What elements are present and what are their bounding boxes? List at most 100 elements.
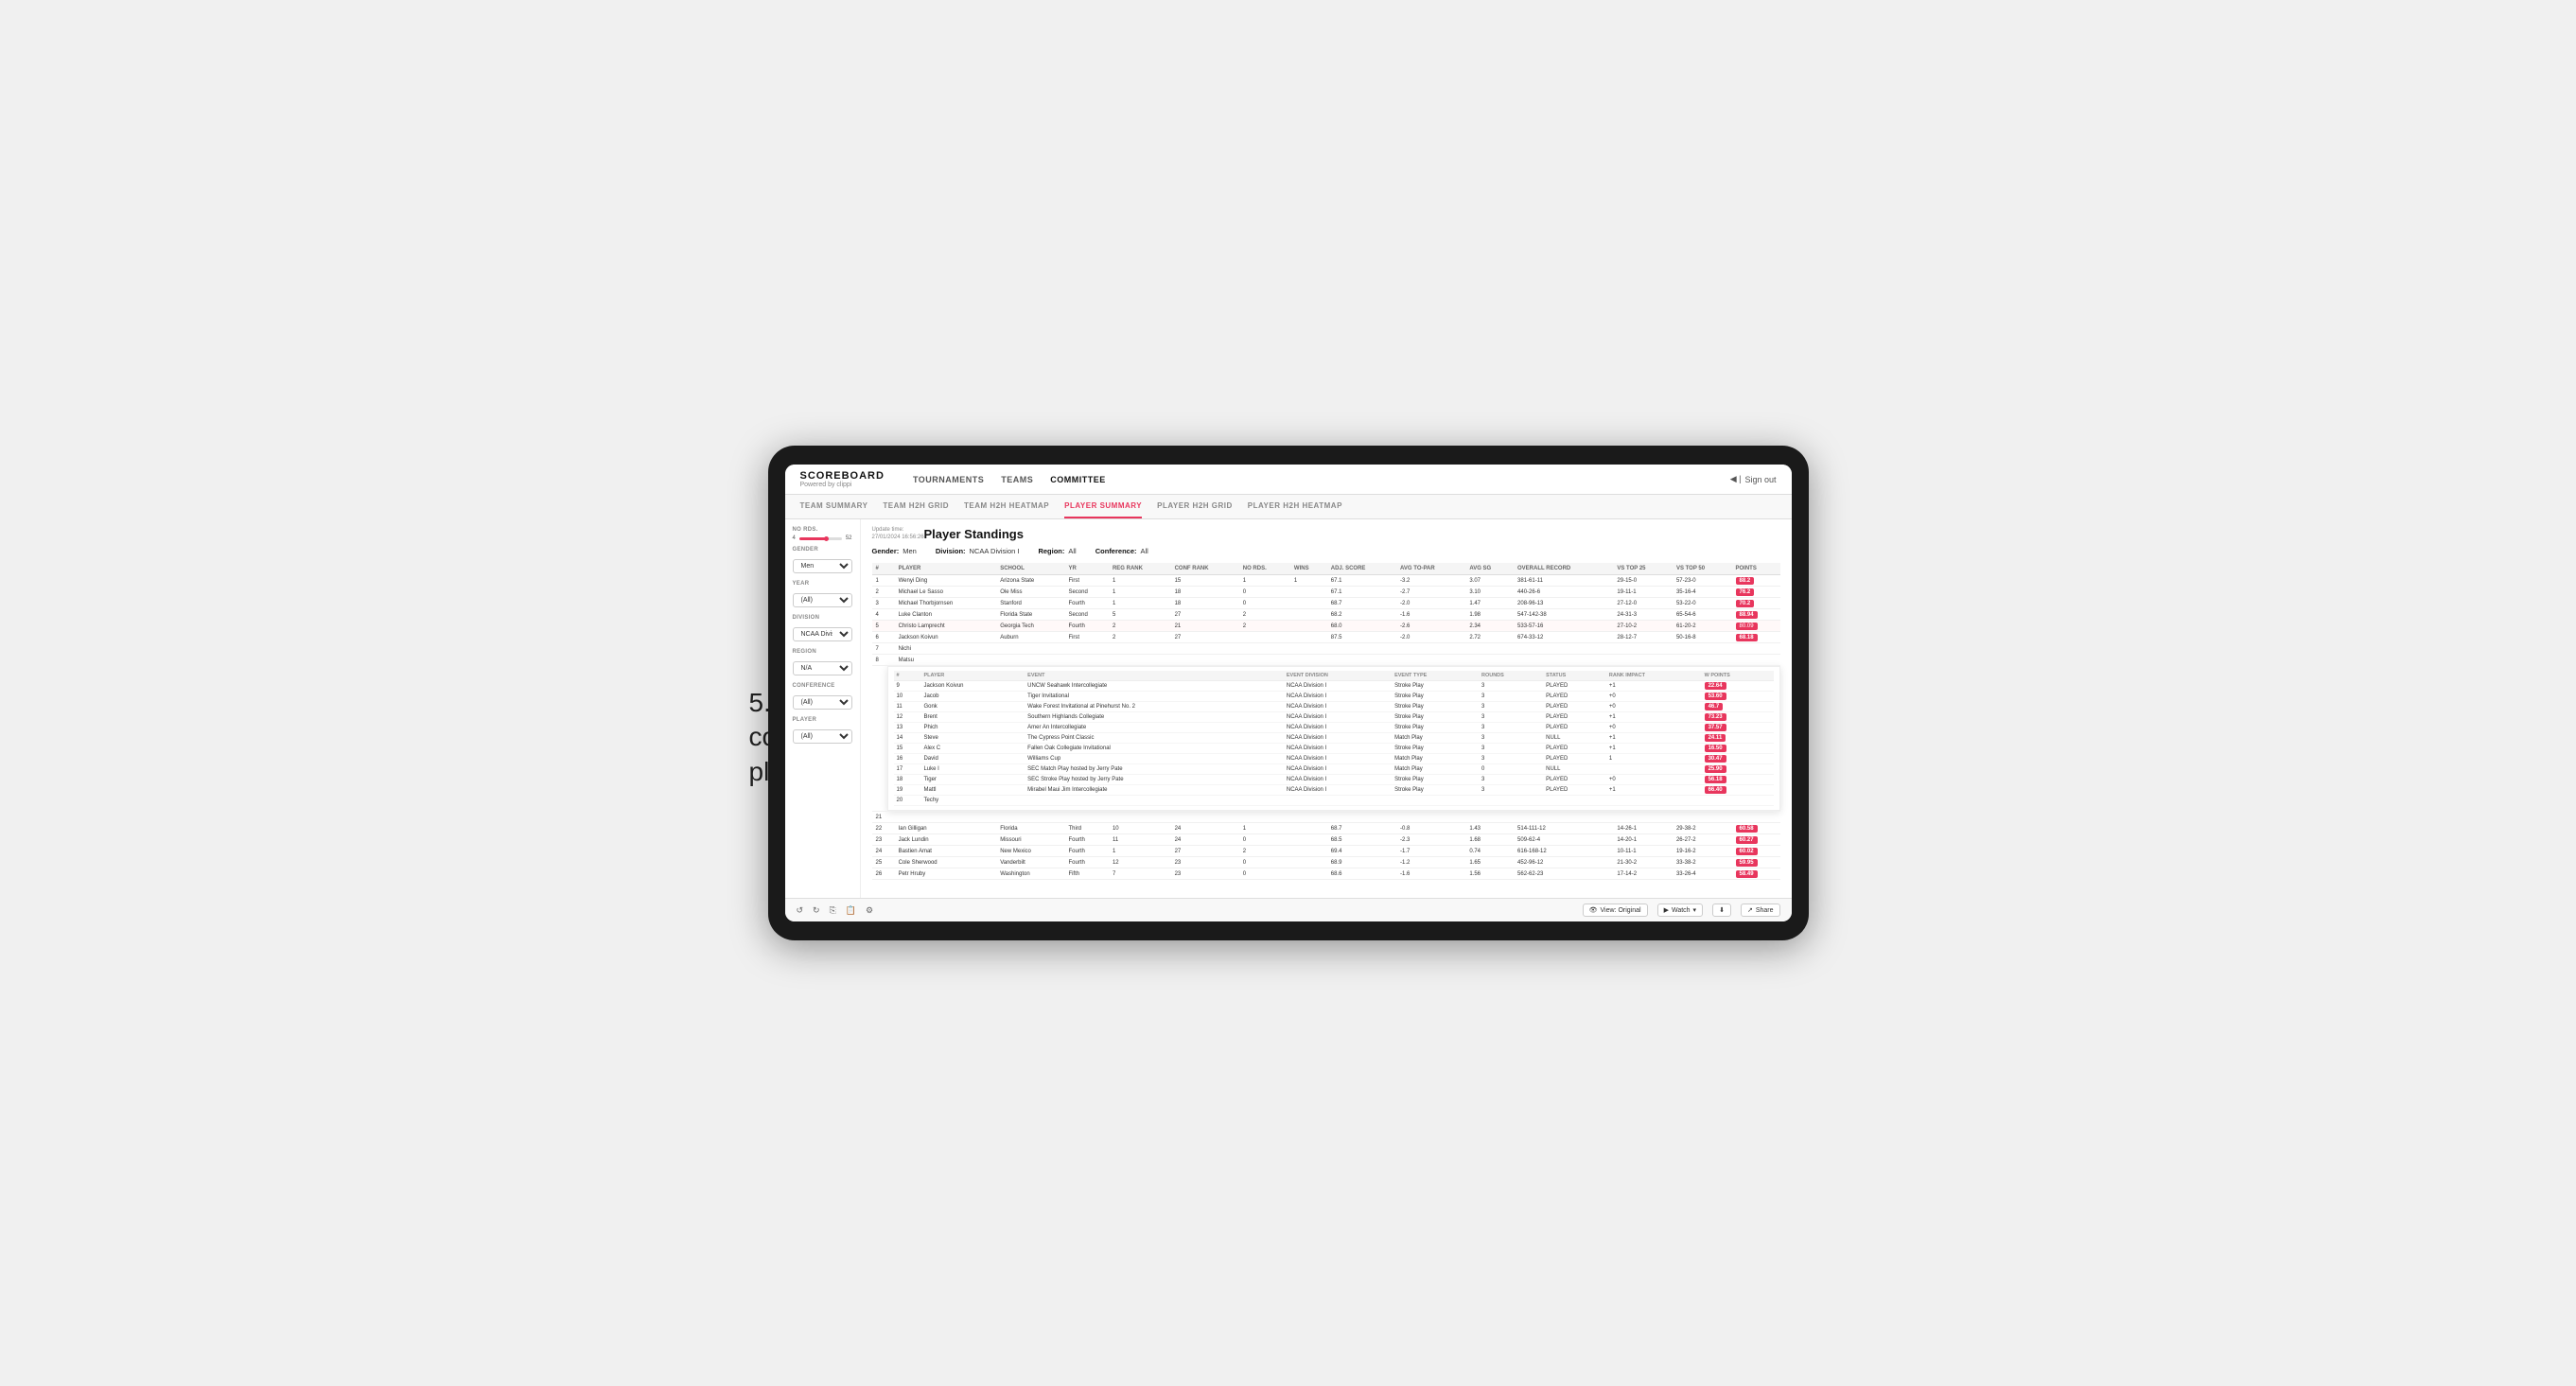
points-badge-3[interactable]: 70.2 xyxy=(1736,600,1755,607)
settings-icon[interactable]: ⚙ xyxy=(866,905,873,916)
list-item: 9 Jackson Koivun UNCW Seahawk Intercolle… xyxy=(894,681,1774,692)
col-points: Points xyxy=(1732,563,1780,575)
division-select[interactable]: NCAA Division I xyxy=(793,627,852,641)
cell-conf-rank: 23 xyxy=(1171,868,1239,880)
nav-tournaments[interactable]: TOURNAMENTS xyxy=(913,472,984,487)
points-badge-tooltip-6[interactable]: 24.11 xyxy=(1705,734,1726,742)
conference-select[interactable]: (All) xyxy=(793,695,852,710)
cell-type: Stroke Play xyxy=(1392,712,1479,723)
points-badge-tooltip-5[interactable]: 37.57 xyxy=(1705,724,1726,731)
points-badge-tooltip-11[interactable]: 66.40 xyxy=(1705,786,1726,794)
nav-teams[interactable]: TEAMS xyxy=(1001,472,1033,487)
points-badge-tooltip-1[interactable]: 22.64 xyxy=(1705,682,1726,690)
sub-nav-player-h2h-heatmap[interactable]: PLAYER H2H HEATMAP xyxy=(1248,495,1342,518)
col-vs-top25: Vs Top 25 xyxy=(1613,563,1673,575)
gender-select[interactable]: Men xyxy=(793,559,852,573)
tooltip-col-div: Event Division xyxy=(1284,671,1392,681)
no-rds-slider[interactable] xyxy=(799,537,842,540)
paste-icon[interactable]: 📋 xyxy=(846,905,856,916)
points-badge-23[interactable]: 60.27 xyxy=(1736,836,1758,844)
cell-points[interactable]: 80.09 xyxy=(1732,621,1780,632)
points-badge-tooltip-2[interactable]: 53.60 xyxy=(1705,693,1726,700)
cell-vs-top50 xyxy=(1673,643,1732,655)
cell-points[interactable]: 58.49 xyxy=(1732,868,1780,880)
cell-player: Jackson Koivun xyxy=(895,632,997,643)
table-row: 24 Bastien Amat New Mexico Fourth 1 27 2… xyxy=(872,846,1780,857)
cell-rounds: 3 xyxy=(1479,733,1543,744)
list-item: 19 Mattl Mirabel Maui Jim Intercollegiat… xyxy=(894,785,1774,796)
watch-button[interactable]: ▶ Watch ▾ xyxy=(1657,904,1703,917)
no-rds-from: 4 xyxy=(793,535,796,541)
cell-points[interactable]: 60.27 xyxy=(1732,834,1780,846)
cell-conf-rank: 27 xyxy=(1171,632,1239,643)
cell-adj-score: 68.2 xyxy=(1327,609,1396,621)
cell-points[interactable]: 76.2 xyxy=(1732,587,1780,598)
sidebar: No Rds. 4 52 Gender Men xyxy=(785,519,861,898)
undo-icon[interactable]: ↺ xyxy=(797,905,804,916)
cell-reg-rank: 7 xyxy=(1109,868,1171,880)
points-badge-tooltip-7[interactable]: 16.50 xyxy=(1705,745,1726,752)
region-select[interactable]: N/A xyxy=(793,661,852,675)
cell-num: 8 xyxy=(872,655,895,666)
sub-nav-team-summary[interactable]: TEAM SUMMARY xyxy=(800,495,868,518)
cell-status: PLAYED xyxy=(1543,723,1606,733)
cell-event: The Cypress Point Classic xyxy=(1025,733,1284,744)
points-badge-tooltip-4[interactable]: 73.23 xyxy=(1705,713,1726,721)
points-badge-24[interactable]: 60.02 xyxy=(1736,848,1758,855)
export-button[interactable]: ⬇ xyxy=(1712,904,1731,917)
points-badge-5-highlighted[interactable]: 80.09 xyxy=(1736,623,1758,630)
cell-avg-to-par xyxy=(1396,655,1465,666)
cell-points[interactable]: 60.02 xyxy=(1732,846,1780,857)
sub-nav-player-h2h-grid[interactable]: PLAYER H2H GRID xyxy=(1157,495,1233,518)
cell-points[interactable]: 68.18 xyxy=(1732,632,1780,643)
cell-yr xyxy=(1064,643,1109,655)
sidebar-region: Region N/A xyxy=(793,649,852,675)
points-badge-22[interactable]: 60.58 xyxy=(1736,825,1758,833)
footer-bar: ↺ ↻ ⎘ 📋 ⚙ 👁 View: Original ▶ Watch ▾ ⬇ xyxy=(785,898,1792,921)
points-badge-tooltip-8[interactable]: 30.47 xyxy=(1705,755,1726,763)
share-button[interactable]: ↗ Share xyxy=(1741,904,1780,917)
cell-points[interactable]: 60.58 xyxy=(1732,823,1780,834)
cell-player: Techy xyxy=(920,796,1025,806)
points-badge-6[interactable]: 68.18 xyxy=(1736,634,1758,641)
cell-player: Jack Lundin xyxy=(895,834,997,846)
points-badge-2[interactable]: 76.2 xyxy=(1736,588,1755,596)
cell-vs-top50: 19-16-2 xyxy=(1673,846,1732,857)
cell-no-rds xyxy=(1239,632,1290,643)
cell-conf-rank: 23 xyxy=(1171,857,1239,868)
cell-overall xyxy=(1514,643,1613,655)
logo-area: SCOREBOARD Powered by clippi xyxy=(800,470,885,488)
nav-committee[interactable]: COMMITTEE xyxy=(1050,472,1106,487)
view-original-button[interactable]: 👁 View: Original xyxy=(1583,904,1648,917)
points-badge-1[interactable]: 88.2 xyxy=(1736,577,1755,585)
cell-rank-impact: 1 xyxy=(1606,754,1702,764)
player-select[interactable]: (All) xyxy=(793,729,852,744)
year-select[interactable]: (All) xyxy=(793,593,852,607)
cell-rank-impact: +0 xyxy=(1606,692,1702,702)
points-badge-tooltip-3[interactable]: 46.7 xyxy=(1705,703,1724,711)
cell-num: 16 xyxy=(894,754,921,764)
cell-type xyxy=(1392,796,1479,806)
cell-reg-rank: 5 xyxy=(1109,609,1171,621)
cell-type: Stroke Play xyxy=(1392,785,1479,796)
cell-points[interactable]: 88.2 xyxy=(1732,575,1780,587)
sub-nav-player-summary[interactable]: PLAYER SUMMARY xyxy=(1064,495,1142,518)
cell-points[interactable]: 59.95 xyxy=(1732,857,1780,868)
sub-nav-team-h2h-grid[interactable]: TEAM H2H GRID xyxy=(883,495,949,518)
sub-nav-team-h2h-heatmap[interactable]: TEAM H2H HEATMAP xyxy=(964,495,1049,518)
cell-w-points: 30.47 xyxy=(1702,754,1774,764)
points-badge-tooltip-9[interactable]: 25.90 xyxy=(1705,765,1726,773)
cell-points[interactable]: 88.94 xyxy=(1732,609,1780,621)
points-badge-25[interactable]: 59.95 xyxy=(1736,859,1758,867)
cell-no-rds: 1 xyxy=(1239,823,1290,834)
points-badge-tooltip-10[interactable]: 56.18 xyxy=(1705,776,1726,783)
col-no-rds: No Rds. xyxy=(1239,563,1290,575)
cell-points[interactable]: 70.2 xyxy=(1732,598,1780,609)
cell-w-points: 56.18 xyxy=(1702,775,1774,785)
redo-icon[interactable]: ↻ xyxy=(813,905,820,916)
points-badge-4[interactable]: 88.94 xyxy=(1736,611,1758,619)
copy-icon[interactable]: ⎘ xyxy=(830,905,836,916)
sign-out-link[interactable]: Sign out xyxy=(1744,475,1776,484)
points-badge-26[interactable]: 58.49 xyxy=(1736,870,1758,878)
cell-div: NCAA Division I xyxy=(1284,785,1392,796)
